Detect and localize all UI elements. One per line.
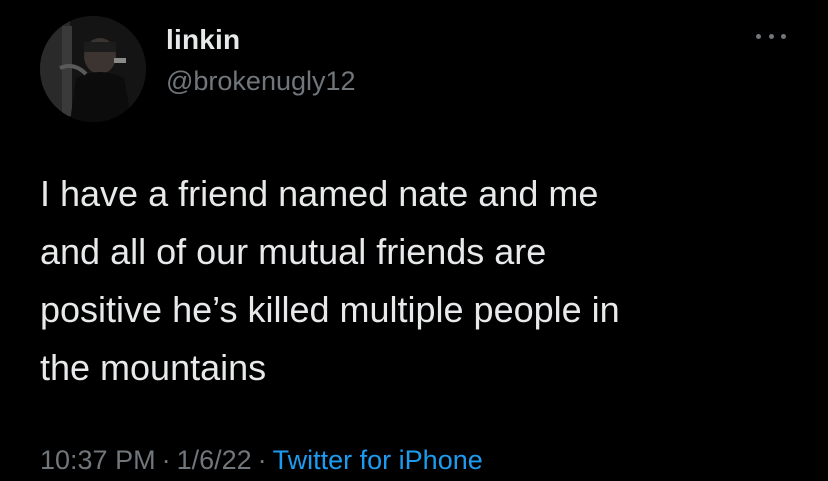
more-options-icon[interactable] [756,26,786,46]
tweet-source-link[interactable]: Twitter for iPhone [273,445,483,475]
more-dot [781,33,786,39]
tweet-text-line: I have a friend named nate and me [40,173,599,214]
meta-separator: · [161,445,171,475]
tweet-time[interactable]: 10:37 PM [40,445,156,475]
username-handle[interactable]: @brokenugly12 [166,66,356,97]
tweet-meta: 10:37 PM · 1/6/22 · Twitter for iPhone [40,445,483,476]
meta-separator: · [257,445,267,475]
tweet-date[interactable]: 1/6/22 [177,445,252,475]
avatar-photo [40,16,146,122]
tweet: linkin @brokenugly12 I have a friend nam… [0,0,828,481]
tweet-text-line: positive he’s killed multiple people in [40,289,620,330]
avatar[interactable] [40,16,146,122]
more-dot [756,33,761,39]
display-name[interactable]: linkin [166,24,240,56]
tweet-text-line: the mountains [40,347,267,388]
tweet-text: I have a friend named nate and me and al… [40,165,800,397]
more-dot [768,33,774,39]
tweet-text-line: and all of our mutual friends are [40,231,547,272]
